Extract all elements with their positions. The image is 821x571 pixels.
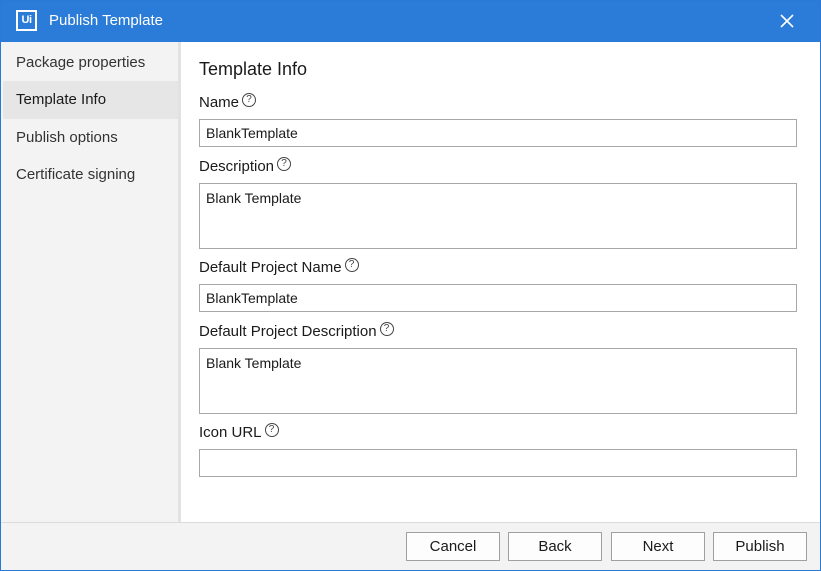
sidebar-item-publish-options[interactable]: Publish options [3,119,178,157]
help-icon[interactable]: ? [379,321,394,336]
sidebar: Package properties Template Info Publish… [3,42,181,522]
cancel-button[interactable]: Cancel [406,532,500,561]
template-info-panel: Template Info Name ? BlankTemplate Descr… [181,42,820,522]
help-icon[interactable]: ? [264,422,279,437]
name-label: Name [199,94,240,111]
default-project-description-field[interactable]: Blank Template [199,348,797,414]
dialog-body: Package properties Template Info Publish… [3,42,820,522]
close-button[interactable] [773,8,801,34]
icon-url-label: Icon URL [199,424,262,441]
description-label-row: Description ? [199,156,292,175]
title-bar: Ui Publish Template [1,1,820,42]
default-project-description-label: Default Project Description [199,323,377,340]
sidebar-item-template-info[interactable]: Template Info [3,81,178,119]
publish-button[interactable]: Publish [713,532,807,561]
description-label: Description [199,158,275,175]
next-button[interactable]: Next [611,532,705,561]
publish-template-dialog: Ui Publish Template Package properties T… [0,0,821,571]
close-icon [780,14,794,28]
default-project-description-label-row: Default Project Description ? [199,321,394,340]
window-title: Publish Template [49,12,163,29]
default-project-name-label-row: Default Project Name ? [199,257,359,276]
icon-url-label-row: Icon URL ? [199,422,279,441]
help-icon[interactable]: ? [277,156,292,171]
description-field[interactable]: Blank Template [199,183,797,249]
dialog-footer: Cancel Back Next Publish [1,522,820,570]
help-icon[interactable]: ? [344,257,359,272]
name-label-row: Name ? [199,92,257,111]
page-title: Template Info [199,59,308,79]
sidebar-item-package-properties[interactable]: Package properties [3,44,178,82]
icon-url-field[interactable] [199,449,797,477]
help-icon[interactable]: ? [242,92,257,107]
uipath-logo-icon: Ui [16,10,37,31]
default-project-name-label: Default Project Name [199,259,342,276]
back-button[interactable]: Back [508,532,602,561]
sidebar-item-certificate-signing[interactable]: Certificate signing [3,156,178,194]
default-project-name-field[interactable]: BlankTemplate [199,284,797,312]
name-field[interactable]: BlankTemplate [199,119,797,147]
